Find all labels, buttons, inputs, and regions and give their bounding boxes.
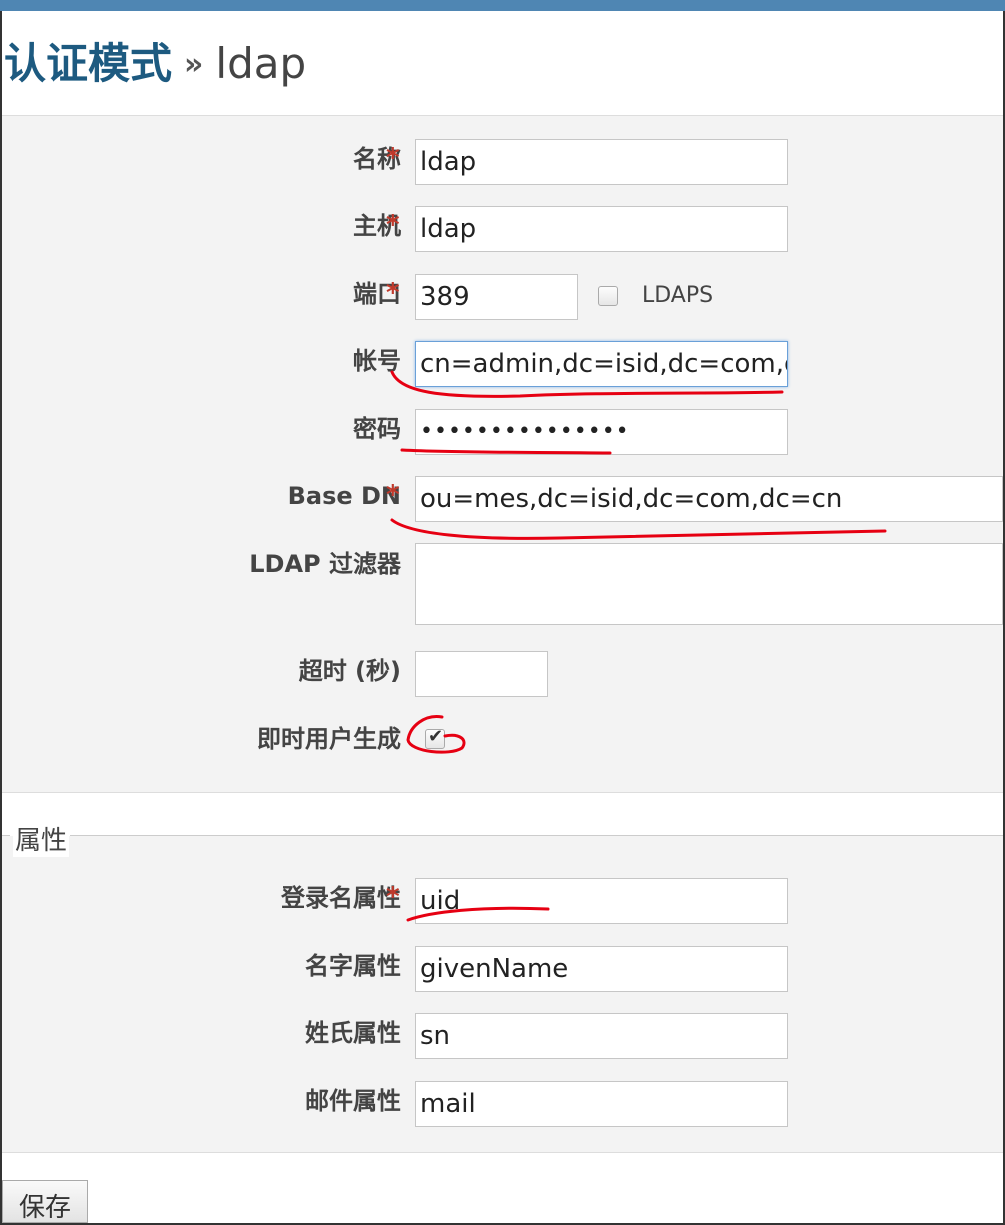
account-input[interactable]: cn=admin,dc=isid,dc=com,d: [415, 341, 788, 387]
checkmark-icon: ✔: [428, 726, 444, 747]
login-attr-label: 登录名属性: [281, 884, 401, 912]
password-label: 密码: [353, 415, 401, 443]
required-mark: *: [386, 480, 400, 510]
onthefly-checkbox[interactable]: ✔: [425, 726, 445, 749]
ldap-filter-input[interactable]: [415, 543, 1003, 625]
timeout-label: 超时 (秒): [298, 657, 401, 685]
firstname-attr-label: 名字属性: [305, 952, 401, 980]
mail-attr-input[interactable]: mail: [415, 1081, 788, 1127]
account-label: 帐号: [353, 347, 401, 375]
top-header-bar: [0, 0, 1005, 11]
window-border: [0, 11, 2, 1225]
required-mark: *: [386, 143, 400, 173]
ldap-filter-label: LDAP 过滤器: [249, 550, 401, 578]
password-input[interactable]: •••••••••••••••: [415, 409, 788, 455]
base-dn-label: Base DN: [287, 482, 401, 510]
ldaps-label: LDAPS: [642, 283, 714, 308]
page-title-sub: ldap: [215, 39, 307, 88]
breadcrumb-separator: »: [184, 47, 204, 82]
port-input[interactable]: 389: [415, 274, 578, 320]
required-mark: *: [386, 210, 400, 240]
required-mark: *: [386, 278, 400, 308]
required-mark: *: [386, 882, 400, 912]
fieldset-border: [70, 835, 1003, 836]
host-input[interactable]: ldap: [415, 206, 788, 252]
firstname-attr-input[interactable]: givenName: [415, 946, 788, 992]
lastname-attr-input[interactable]: sn: [415, 1013, 788, 1059]
timeout-input[interactable]: [415, 651, 548, 697]
lastname-attr-label: 姓氏属性: [305, 1019, 401, 1047]
save-button[interactable]: 保存: [2, 1180, 88, 1223]
attributes-legend: 属性: [13, 820, 70, 857]
page-title-main: 认证模式: [4, 39, 173, 88]
fieldset-border: [2, 835, 10, 836]
mail-attr-label: 邮件属性: [305, 1087, 401, 1115]
base-dn-input[interactable]: ou=mes,dc=isid,dc=com,dc=cn: [415, 476, 1003, 522]
name-input[interactable]: ldap: [415, 139, 788, 185]
onthefly-label: 即时用户生成: [257, 725, 401, 753]
page-title: 认证模式 » ldap: [4, 30, 306, 91]
login-attr-input[interactable]: uid: [415, 878, 788, 924]
ldaps-checkbox[interactable]: [598, 286, 618, 306]
